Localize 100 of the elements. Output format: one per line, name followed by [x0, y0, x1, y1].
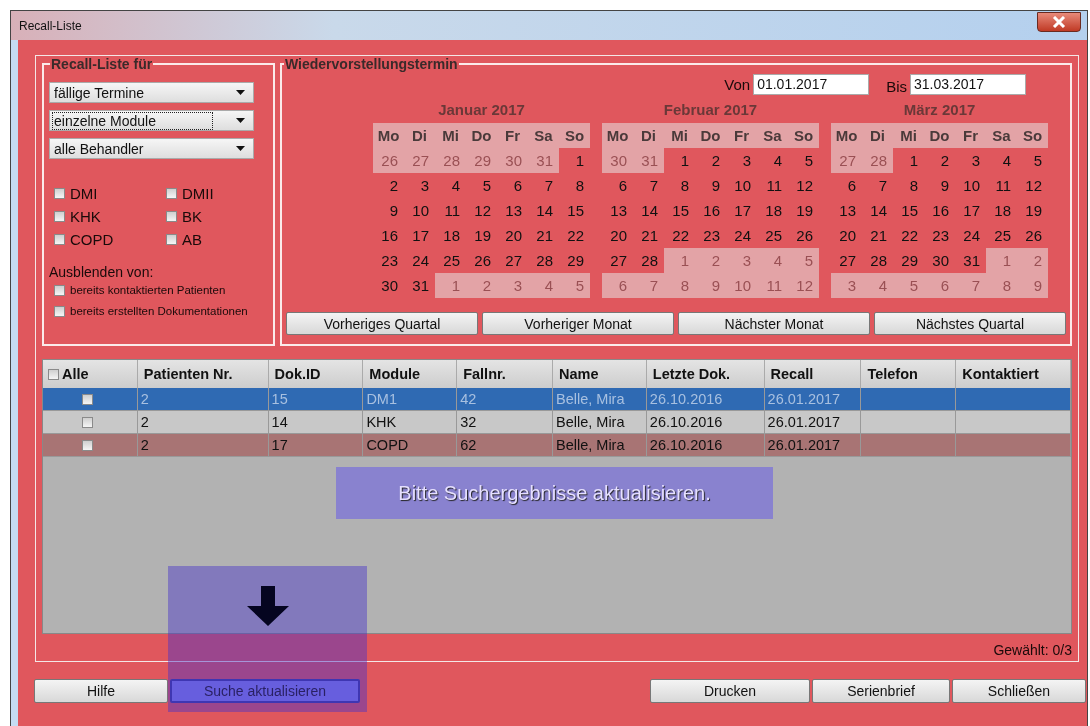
calendar-day[interactable]: 30 — [924, 248, 955, 273]
calendar-day[interactable]: 17 — [955, 198, 986, 223]
calendar-day[interactable]: 2 — [373, 173, 404, 198]
calendar-day[interactable]: 14 — [862, 198, 893, 223]
calendar-day[interactable]: 28 — [435, 148, 466, 173]
calendar-day[interactable]: 8 — [664, 173, 695, 198]
calendar-day[interactable]: 14 — [633, 198, 664, 223]
nav-button[interactable]: Nächstes Quartal — [874, 312, 1066, 335]
calendar-day[interactable]: 23 — [373, 248, 404, 273]
calendar-day[interactable]: 4 — [528, 273, 559, 298]
calendar-day[interactable]: 25 — [757, 223, 788, 248]
calendar-day[interactable]: 1 — [893, 148, 924, 173]
calendar-day[interactable]: 28 — [633, 248, 664, 273]
from-date-field[interactable]: 01.01.2017 — [753, 74, 870, 95]
calendar-day[interactable]: 3 — [726, 148, 757, 173]
nav-button[interactable]: Vorheriges Quartal — [286, 312, 478, 335]
calendar-day[interactable]: 4 — [435, 173, 466, 198]
calendar-day[interactable]: 13 — [602, 198, 633, 223]
calendar-day[interactable]: 23 — [924, 223, 955, 248]
select-all-checkbox[interactable] — [48, 368, 59, 380]
calendar-day[interactable]: 17 — [726, 198, 757, 223]
calendar-day[interactable]: 8 — [664, 273, 695, 298]
calendar-day[interactable]: 6 — [602, 173, 633, 198]
calendar-day[interactable]: 11 — [435, 198, 466, 223]
calendar-day[interactable]: 6 — [924, 273, 955, 298]
calendar-day[interactable]: 5 — [893, 273, 924, 298]
table-row[interactable]: 2 17 COPD 62 Belle, Mira 26.10.2016 26.01.2017 — [43, 434, 1071, 457]
calendar-day[interactable]: 15 — [664, 198, 695, 223]
calendar-day[interactable]: 1 — [664, 248, 695, 273]
action-button[interactable]: Suche aktualisieren — [170, 679, 360, 703]
calendar-day[interactable]: 8 — [893, 173, 924, 198]
calendar-day[interactable]: 7 — [633, 173, 664, 198]
calendar-day[interactable]: 11 — [757, 173, 788, 198]
calendar-day[interactable]: 25 — [435, 248, 466, 273]
calendar-day[interactable]: 28 — [528, 248, 559, 273]
checkbox[interactable] — [54, 188, 65, 199]
checkbox[interactable] — [54, 284, 65, 296]
calendar-day[interactable]: 3 — [955, 148, 986, 173]
calendar-day[interactable]: 12 — [788, 273, 819, 298]
calendar-day[interactable]: 16 — [373, 223, 404, 248]
calendar-day[interactable]: 15 — [893, 198, 924, 223]
checkbox[interactable] — [166, 188, 177, 199]
calendar-day[interactable]: 22 — [559, 223, 590, 248]
calendar-day[interactable]: 27 — [831, 148, 862, 173]
calendar-day[interactable]: 30 — [602, 148, 633, 173]
calendar-day[interactable]: 2 — [466, 273, 497, 298]
calendar-day[interactable]: 6 — [497, 173, 528, 198]
calendar-day[interactable]: 18 — [986, 198, 1017, 223]
row-checkbox[interactable] — [82, 439, 94, 451]
calendar-day[interactable]: 4 — [757, 248, 788, 273]
calendar-day[interactable]: 29 — [559, 248, 590, 273]
calendar-day[interactable]: 19 — [466, 223, 497, 248]
calendar-day[interactable]: 26 — [1017, 223, 1048, 248]
calendar-day[interactable]: 4 — [757, 148, 788, 173]
calendar-day[interactable]: 3 — [726, 248, 757, 273]
calendar-day[interactable]: 5 — [788, 148, 819, 173]
close-button[interactable] — [1037, 11, 1081, 32]
calendar-day[interactable]: 19 — [788, 198, 819, 223]
calendar-day[interactable]: 11 — [757, 273, 788, 298]
action-button[interactable]: Drucken — [650, 679, 810, 703]
calendar-day[interactable]: 12 — [466, 198, 497, 223]
checkbox[interactable] — [166, 234, 177, 245]
dropdown[interactable]: einzelne Module — [49, 110, 254, 131]
table-row[interactable]: 2 15 DM1 42 Belle, Mira 26.10.2016 26.01.2017 — [43, 388, 1071, 411]
calendar-day[interactable]: 31 — [955, 248, 986, 273]
calendar-day[interactable]: 22 — [893, 223, 924, 248]
nav-button[interactable]: Vorheriger Monat — [482, 312, 674, 335]
calendar-day[interactable]: 26 — [788, 223, 819, 248]
calendar-day[interactable]: 9 — [1017, 273, 1048, 298]
calendar-day[interactable]: 2 — [924, 148, 955, 173]
calendar-day[interactable]: 10 — [726, 173, 757, 198]
calendar-day[interactable]: 9 — [695, 273, 726, 298]
dropdown[interactable]: alle Behandler — [49, 138, 254, 159]
calendar-day[interactable]: 20 — [831, 223, 862, 248]
checkbox[interactable] — [54, 211, 65, 222]
calendar-day[interactable]: 3 — [497, 273, 528, 298]
calendar-day[interactable]: 7 — [528, 173, 559, 198]
calendar-day[interactable]: 23 — [695, 223, 726, 248]
calendar-day[interactable]: 29 — [893, 248, 924, 273]
calendar-day[interactable]: 2 — [1017, 248, 1048, 273]
calendar-day[interactable]: 13 — [497, 198, 528, 223]
calendar-day[interactable]: 6 — [602, 273, 633, 298]
to-date-field[interactable]: 31.03.2017 — [910, 74, 1026, 95]
calendar-day[interactable]: 8 — [986, 273, 1017, 298]
calendar-day[interactable]: 2 — [695, 248, 726, 273]
calendar-day[interactable]: 24 — [726, 223, 757, 248]
calendar-day[interactable]: 31 — [633, 148, 664, 173]
calendar-day[interactable]: 18 — [435, 223, 466, 248]
calendar-day[interactable]: 8 — [559, 173, 590, 198]
row-checkbox[interactable] — [82, 393, 94, 405]
calendar-day[interactable]: 27 — [831, 248, 862, 273]
calendar-day[interactable]: 7 — [955, 273, 986, 298]
row-checkbox[interactable] — [82, 416, 94, 428]
calendar-day[interactable]: 26 — [466, 248, 497, 273]
calendar-day[interactable]: 4 — [862, 273, 893, 298]
calendar-day[interactable]: 9 — [695, 173, 726, 198]
action-button[interactable]: Schließen — [952, 679, 1086, 703]
calendar-day[interactable]: 30 — [497, 148, 528, 173]
checkbox[interactable] — [54, 234, 65, 245]
calendar-day[interactable]: 19 — [1017, 198, 1048, 223]
